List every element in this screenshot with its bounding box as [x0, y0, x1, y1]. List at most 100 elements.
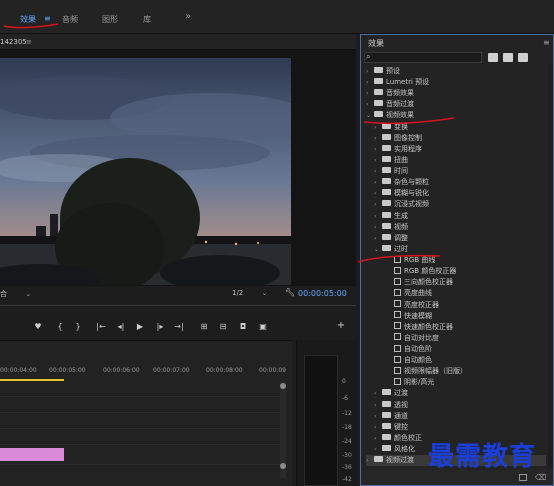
effects-folder-item[interactable]: › 实用程序	[374, 144, 546, 155]
tab-audio[interactable]: 音频	[62, 14, 78, 25]
effects-menu-icon[interactable]: ≡	[543, 38, 550, 47]
folder-icon	[382, 411, 391, 418]
accelerated-effects-icon[interactable]	[488, 53, 498, 62]
yuv-effects-icon[interactable]	[518, 53, 528, 62]
chevron-right-icon[interactable]: ›	[374, 177, 382, 188]
chevron-right-icon[interactable]: ›	[374, 422, 382, 433]
step-forward-button[interactable]: |▸	[155, 322, 165, 331]
program-timecode[interactable]: 00:00:05:00	[298, 289, 347, 298]
effects-folder-item[interactable]: › 时间	[374, 166, 546, 177]
extract-button[interactable]: ⊟	[218, 322, 228, 331]
effect-item[interactable]: 自动颜色	[382, 355, 546, 366]
effects-folder-item[interactable]: › 调整	[374, 233, 546, 244]
add-marker-button[interactable]: ♥	[33, 322, 43, 331]
effects-folder-item[interactable]: › 音频效果	[366, 88, 546, 99]
effect-item[interactable]: 快速模糊	[382, 311, 546, 322]
effect-icon	[394, 300, 401, 308]
effect-item[interactable]: 自动色阶	[382, 344, 546, 355]
effect-item[interactable]: 亮度曲线	[382, 288, 546, 299]
wrench-icon[interactable]: 🔧︎	[285, 288, 295, 297]
go-to-out-button[interactable]: →|	[174, 322, 184, 331]
effect-item[interactable]: 三向颜色校正器	[382, 277, 546, 288]
lift-button[interactable]: ⊞	[199, 322, 209, 331]
effects-search-input[interactable]	[364, 52, 482, 63]
chevron-right-icon[interactable]: ›	[374, 188, 382, 199]
chevron-right-icon[interactable]: ›	[374, 444, 382, 455]
effects-folder-item[interactable]: › 图像控制	[374, 133, 546, 144]
effect-icon	[394, 366, 401, 374]
effect-item[interactable]: 自动对比度	[382, 333, 546, 344]
effects-item-label: RGB 颜色校正器	[404, 267, 457, 276]
overflow-icon[interactable]: »	[185, 11, 191, 22]
effects-folder-item[interactable]: › 音频过渡	[366, 99, 546, 110]
chevron-right-icon[interactable]: ›	[374, 400, 382, 411]
chevron-right-icon[interactable]: ›	[374, 166, 382, 177]
effects-item-label: 生成	[394, 211, 408, 220]
effects-folder-item[interactable]: › 模糊与锐化	[374, 188, 546, 199]
chevron-right-icon[interactable]: ›	[374, 211, 382, 222]
effects-item-label: 颜色校正	[394, 433, 422, 442]
chevron-right-icon[interactable]: ›	[374, 411, 382, 422]
chevron-right-icon[interactable]: ›	[366, 77, 374, 88]
effect-item[interactable]: 视频限幅器（旧版）	[382, 366, 546, 377]
effect-item[interactable]: 快速颜色校正器	[382, 322, 546, 333]
effect-icon	[394, 288, 401, 296]
chevron-right-icon[interactable]: ›	[374, 199, 382, 210]
chevron-right-icon[interactable]: ›	[374, 233, 382, 244]
mark-out-button[interactable]: }	[73, 322, 83, 331]
tab-libraries[interactable]: 库	[143, 14, 151, 25]
effects-item-label: 音频过渡	[386, 100, 414, 109]
scroll-handle[interactable]	[280, 383, 286, 389]
chevron-right-icon[interactable]: ›	[366, 66, 374, 77]
effects-item-label: 亮度校正器	[404, 300, 439, 309]
audio-clip[interactable]	[0, 448, 64, 461]
effects-folder-item[interactable]: › 扭曲	[374, 155, 546, 166]
32bit-effects-icon[interactable]	[503, 53, 513, 62]
program-menu-icon[interactable]: ≡	[26, 38, 32, 46]
effects-folder-item[interactable]: › 视频	[374, 222, 546, 233]
effects-folder-item[interactable]: › 沉浸式视频	[374, 199, 546, 210]
chevron-right-icon[interactable]: ›	[366, 455, 374, 466]
scroll-handle[interactable]	[280, 463, 286, 469]
effects-item-label: 时间	[394, 167, 408, 176]
chevron-right-icon[interactable]: ›	[366, 99, 374, 110]
add-button[interactable]: +	[336, 320, 346, 331]
chevron-right-icon[interactable]: ›	[374, 388, 382, 399]
effects-folder-item[interactable]: › 键控	[374, 422, 546, 433]
meter-label: -12	[342, 410, 352, 417]
effects-folder-item[interactable]: › 透视	[374, 400, 546, 411]
chevron-right-icon[interactable]: ›	[374, 144, 382, 155]
tab-graphics[interactable]: 图形	[102, 14, 118, 25]
play-button[interactable]: ▶	[135, 322, 145, 331]
chevron-right-icon[interactable]: ›	[374, 133, 382, 144]
scrub-bar[interactable]	[0, 305, 356, 306]
mark-in-button[interactable]: {	[55, 322, 65, 331]
effects-folder-item[interactable]: › Lumetri 预设	[366, 77, 546, 88]
effect-item[interactable]: 亮度校正器	[382, 300, 546, 311]
effects-item-label: 沉浸式视频	[394, 200, 429, 209]
resolution-select[interactable]: 1/2 ⌄	[232, 289, 267, 297]
fit-select[interactable]: 合 ⌄	[0, 289, 31, 299]
folder-icon	[382, 155, 391, 162]
effects-folder-item[interactable]: › 预设	[366, 66, 546, 77]
effects-folder-item[interactable]: › 杂色与颗粒	[374, 177, 546, 188]
trash-icon[interactable]: ⌫	[535, 473, 546, 482]
new-bin-icon[interactable]	[519, 474, 527, 481]
go-to-in-button[interactable]: |←	[96, 322, 106, 331]
button-editor-button[interactable]: ▣	[258, 322, 268, 331]
effect-item[interactable]: 阴影/高光	[382, 377, 546, 388]
work-area-bar[interactable]	[0, 379, 64, 381]
effects-scrollbar[interactable]	[548, 64, 553, 468]
step-back-button[interactable]: ◂|	[116, 322, 126, 331]
effects-folder-item[interactable]: › 过渡	[374, 388, 546, 399]
folder-icon	[374, 78, 383, 85]
chevron-right-icon[interactable]: ›	[374, 155, 382, 166]
export-frame-button[interactable]: ◘	[238, 322, 248, 331]
chevron-right-icon[interactable]: ›	[366, 88, 374, 99]
chevron-right-icon[interactable]: ›	[374, 222, 382, 233]
effects-item-label: 音频效果	[386, 89, 414, 98]
chevron-right-icon[interactable]: ›	[374, 433, 382, 444]
effects-folder-item[interactable]: › 通道	[374, 411, 546, 422]
effect-icon	[394, 333, 401, 341]
effects-folder-item[interactable]: › 生成	[374, 211, 546, 222]
